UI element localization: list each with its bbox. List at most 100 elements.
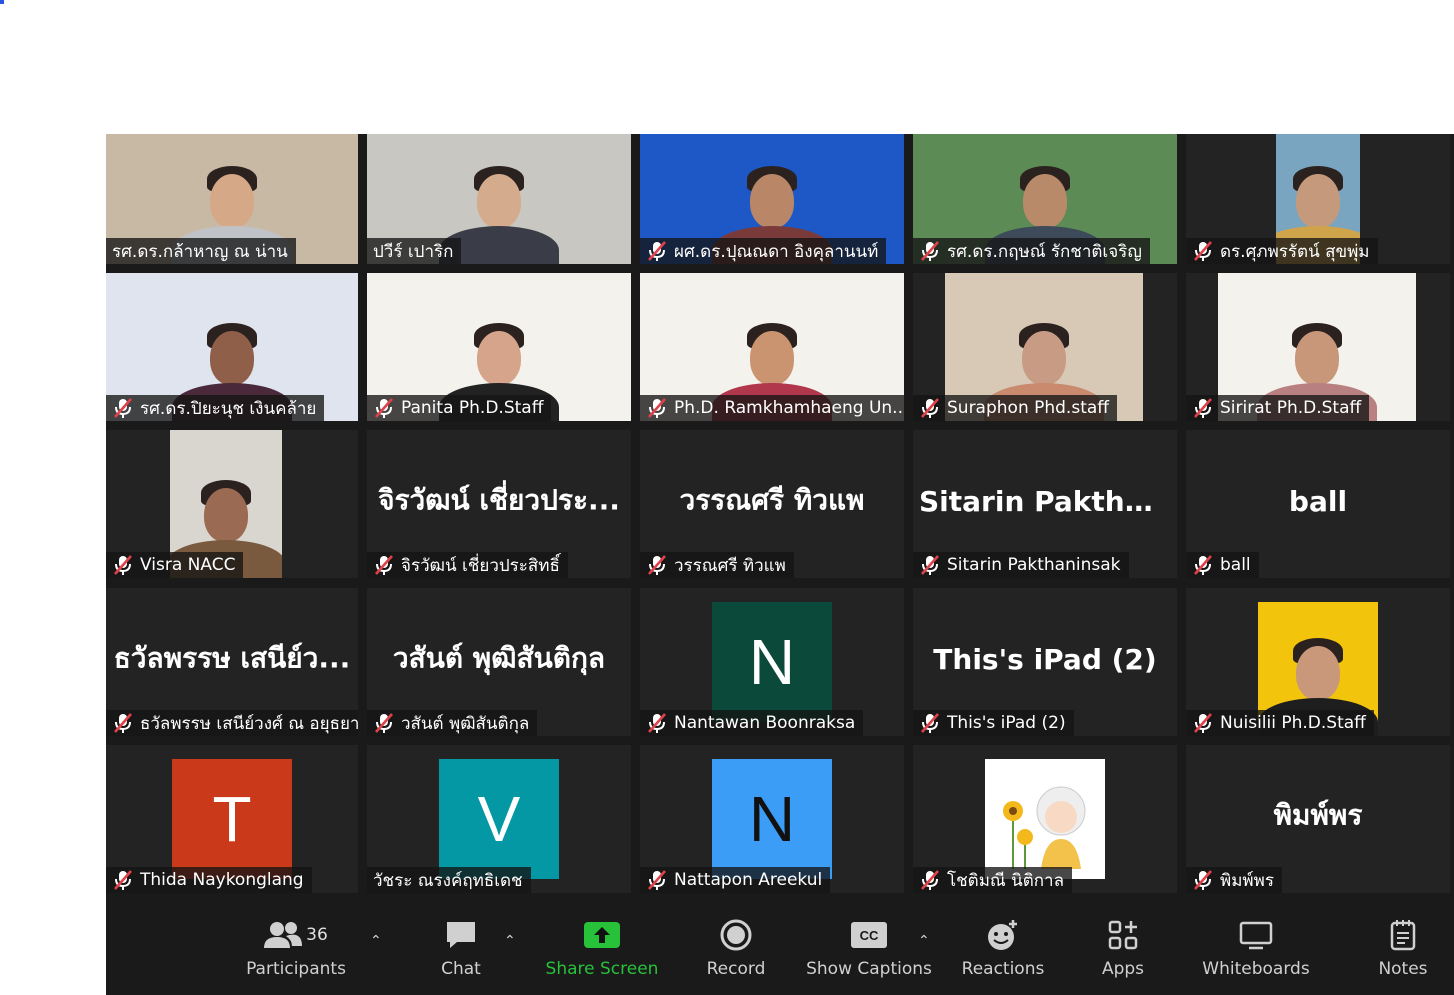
- participant-avatar: N: [712, 759, 832, 879]
- participant-name: รศ.ดร.ปิยะนุช เงินคล้าย: [140, 398, 317, 419]
- participant-tile[interactable]: Sitarin Pakthani... Sitarin Pakthaninsak: [913, 430, 1177, 578]
- participant-tile[interactable]: รศ.ดร.กฤษณ์ รักชาติเจริญ: [913, 134, 1177, 264]
- face: [1296, 646, 1340, 700]
- participant-name-label: ธวัลพรรษ เสนีย์วงศ์ ณ อยุธยา: [106, 710, 358, 736]
- whiteboards-button[interactable]: Whiteboards: [1200, 915, 1312, 993]
- chat-caret-icon[interactable]: ⌃: [504, 933, 516, 949]
- participant-name: Thida Naykonglang: [140, 870, 304, 890]
- record-button[interactable]: Record: [702, 915, 770, 993]
- notes-icon: [1389, 915, 1417, 955]
- chat-button[interactable]: Chat: [436, 915, 486, 993]
- participant-display-name: วสันต์ พุฒิสันติกุล: [392, 641, 606, 675]
- muted-mic-icon: [373, 397, 395, 419]
- participant-tile[interactable]: วสันต์ พุฒิสันติกุล วสันต์ พุฒิสันติกุล: [367, 588, 631, 736]
- participant-tile[interactable]: วรรณศรี ทิวแพ วรรณศรี ทิวแพ: [640, 430, 904, 578]
- participant-tile[interactable]: Ph.D. Ramkhamhaeng Un...: [640, 273, 904, 421]
- svg-text:CC: CC: [860, 928, 879, 943]
- participant-tile[interactable]: พิมพ์พร พิมพ์พร: [1186, 745, 1450, 893]
- participant-name: รศ.ดร.กฤษณ์ รักชาติเจริญ: [947, 241, 1142, 262]
- participant-tile[interactable]: รศ.ดร.กล้าหาญ ณ น่าน: [106, 134, 358, 264]
- participants-count: 36: [306, 925, 328, 945]
- apps-icon: [1108, 915, 1138, 955]
- participant-tile[interactable]: N Nantawan Boonraksa: [640, 588, 904, 736]
- show-captions-label: Show Captions: [806, 959, 932, 979]
- participant-tile[interactable]: N Nattapon Areekul: [640, 745, 904, 893]
- participant-avatar: N: [712, 602, 832, 722]
- participant-tile[interactable]: Suraphon Phd.staff: [913, 273, 1177, 421]
- participant-tile[interactable]: ปวีร์ เปาริก: [367, 134, 631, 264]
- participant-name: วรรณศรี ทิวแพ: [674, 555, 786, 576]
- participant-name: ผศ.ดร.ปุณณดา อิงคุลานนท์: [674, 241, 879, 262]
- participant-name-label: Suraphon Phd.staff: [913, 395, 1117, 421]
- participants-caret-icon[interactable]: ⌃: [370, 933, 382, 949]
- participant-name-label: Nantawan Boonraksa: [640, 710, 864, 736]
- participant-tile[interactable]: รศ.ดร.ปิยะนุช เงินคล้าย: [106, 273, 358, 421]
- muted-mic-icon: [1192, 240, 1214, 262]
- participant-name-label: Panita Ph.D.Staff: [367, 395, 552, 421]
- cartoon-girl-icon: [1003, 786, 1086, 869]
- participant-display-name: ธวัลพรรษ เสนีย์ว...: [113, 641, 351, 675]
- participant-name-label: ผศ.ดร.ปุณณดา อิงคุลานนท์: [640, 238, 887, 264]
- muted-mic-icon: [919, 554, 941, 576]
- participant-name: Ph.D. Ramkhamhaeng Un...: [674, 398, 904, 418]
- participant-tile[interactable]: ผศ.ดร.ปุณณดา อิงคุลานนท์: [640, 134, 904, 264]
- participant-name: ธวัลพรรษ เสนีย์วงศ์ ณ อยุธยา: [140, 713, 358, 734]
- record-label: Record: [706, 959, 766, 979]
- muted-mic-icon: [646, 554, 668, 576]
- reactions-label: Reactions: [961, 959, 1045, 979]
- apps-button[interactable]: Apps: [1096, 915, 1150, 993]
- participant-name-label: Ph.D. Ramkhamhaeng Un...: [640, 395, 904, 421]
- captions-caret-icon[interactable]: ⌃: [918, 933, 930, 949]
- participant-name-label: Thida Naykonglang: [106, 867, 312, 893]
- participant-avatar: T: [172, 759, 292, 879]
- show-captions-button[interactable]: CC Show Captions: [806, 915, 932, 993]
- share-screen-button[interactable]: Share Screen: [546, 915, 658, 993]
- participant-name: Sitarin Pakthaninsak: [947, 555, 1121, 575]
- face: [210, 174, 254, 228]
- participant-name: รศ.ดร.กล้าหาญ ณ น่าน: [112, 241, 288, 262]
- participant-display-name: This's iPad (2): [933, 642, 1157, 676]
- muted-mic-icon: [919, 397, 941, 419]
- notes-button[interactable]: Notes: [1374, 915, 1432, 993]
- face: [1296, 174, 1340, 228]
- face: [210, 331, 254, 385]
- muted-mic-icon: [919, 869, 941, 891]
- participant-name: พิมพ์พร: [1220, 870, 1274, 891]
- participant-tile[interactable]: โชติมณี นิติกาล: [913, 745, 1177, 893]
- participant-tile[interactable]: Sirirat Ph.D.Staff: [1186, 273, 1450, 421]
- share-screen-label: Share Screen: [545, 959, 659, 979]
- meeting-toolbar: 36 Participants ⌃ Chat ⌃ Share Screen Re…: [106, 897, 1454, 995]
- face: [1023, 174, 1067, 228]
- participant-tile[interactable]: T Thida Naykonglang: [106, 745, 358, 893]
- muted-mic-icon: [112, 712, 134, 734]
- participant-tile[interactable]: Nuisilii Ph.D.Staff: [1186, 588, 1450, 736]
- face: [1295, 331, 1339, 385]
- participant-name: ปวีร์ เปาริก: [373, 241, 454, 262]
- muted-mic-icon: [1192, 869, 1214, 891]
- participant-tile[interactable]: This's iPad (2) This's iPad (2): [913, 588, 1177, 736]
- participant-name: ball: [1220, 555, 1251, 575]
- participant-tile[interactable]: ดร.ศุภพรรัตน์ สุขพุ่ม: [1186, 134, 1450, 264]
- participants-button[interactable]: 36 Participants: [246, 915, 346, 993]
- reactions-button[interactable]: Reactions: [960, 915, 1046, 993]
- participant-name: Nattapon Areekul: [674, 870, 823, 890]
- muted-mic-icon: [1192, 712, 1214, 734]
- participant-tile[interactable]: ball ball: [1186, 430, 1450, 578]
- participant-tile[interactable]: Visra NACC: [106, 430, 358, 578]
- participant-tile[interactable]: V วัชระ ณรงค์ฤทธิเดช: [367, 745, 631, 893]
- participant-name-label: This's iPad (2): [913, 710, 1074, 736]
- participants-icon: 36: [264, 915, 328, 955]
- participant-name: โชติมณี นิติกาล: [947, 870, 1065, 891]
- participant-tile[interactable]: จิรวัฒน์ เชี่ยวประ... จิรวัฒน์ เชี่ยวประส…: [367, 430, 631, 578]
- muted-mic-icon: [373, 712, 395, 734]
- muted-mic-icon: [112, 397, 134, 419]
- participant-name: Nantawan Boonraksa: [674, 713, 856, 733]
- whiteboard-icon: [1239, 915, 1273, 955]
- face: [750, 331, 794, 385]
- profile-picture: [985, 759, 1105, 879]
- muted-mic-icon: [373, 554, 395, 576]
- participant-display-name: จิรวัฒน์ เชี่ยวประ...: [378, 483, 620, 517]
- muted-mic-icon: [1192, 554, 1214, 576]
- participant-tile[interactable]: Panita Ph.D.Staff: [367, 273, 631, 421]
- participant-tile[interactable]: ธวัลพรรษ เสนีย์ว... ธวัลพรรษ เสนีย์วงศ์ ณ…: [106, 588, 358, 736]
